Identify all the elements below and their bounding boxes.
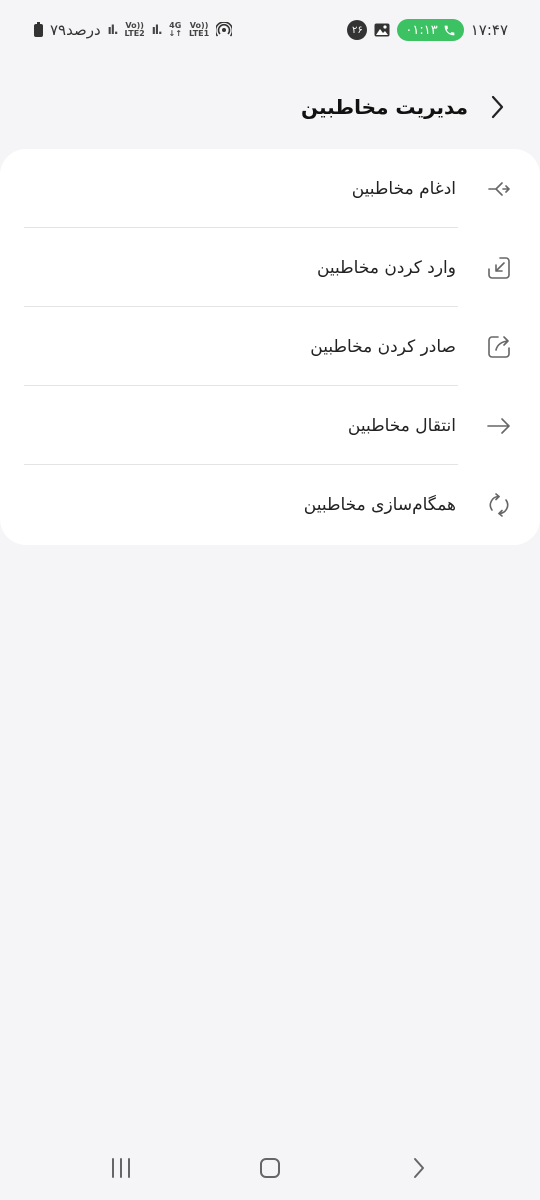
sim1-label: Vo)) LTE1 bbox=[188, 21, 210, 38]
back-nav-button[interactable] bbox=[406, 1155, 432, 1181]
chevron-left-icon bbox=[491, 95, 504, 119]
signal-icon: ıl. bbox=[151, 23, 163, 37]
menu-item-label: همگام‌سازی مخاطبین bbox=[303, 494, 456, 515]
menu-item-label: وارد کردن مخاطبین bbox=[316, 257, 456, 278]
active-call-pill[interactable]: ۰۱:۱۳ bbox=[397, 19, 464, 41]
signal-icon: ıl. bbox=[107, 23, 119, 37]
gallery-icon bbox=[374, 23, 390, 37]
menu-item-sync-contacts[interactable]: همگام‌سازی مخاطبین bbox=[0, 465, 540, 544]
merge-icon bbox=[486, 176, 512, 202]
back-icon bbox=[414, 1158, 424, 1178]
import-icon bbox=[486, 255, 512, 281]
hotspot-icon bbox=[216, 22, 233, 37]
notification-count-badge: ۲۶ bbox=[347, 20, 368, 40]
call-duration: ۰۱:۱۳ bbox=[405, 22, 438, 38]
page-title: مدیریت مخاطبین bbox=[300, 95, 468, 119]
menu-item-label: ادغام مخاطبین bbox=[351, 178, 456, 199]
phone-icon bbox=[444, 25, 455, 35]
recent-apps-icon bbox=[112, 1158, 130, 1178]
menu-item-transfer-contacts[interactable]: انتقال مخاطبین bbox=[0, 386, 540, 465]
status-bar: ۷۹درصد ıl. Vo)) LTE2 ıl. 4G ↓↑ Vo)) LTE1… bbox=[0, 0, 540, 60]
battery-icon bbox=[34, 21, 43, 37]
status-bar-left: ۷۹درصد ıl. Vo)) LTE2 ıl. 4G ↓↑ Vo)) LTE1 bbox=[34, 21, 233, 39]
arrow-right-icon bbox=[486, 413, 512, 439]
recent-apps-button[interactable] bbox=[108, 1155, 134, 1181]
export-icon bbox=[486, 334, 512, 360]
home-icon bbox=[260, 1158, 280, 1178]
menu-item-label: صادر کردن مخاطبین bbox=[310, 336, 456, 357]
menu-item-label: انتقال مخاطبین bbox=[347, 415, 456, 436]
menu-item-import-contacts[interactable]: وارد کردن مخاطبین bbox=[0, 228, 540, 307]
header: مدیریت مخاطبین bbox=[24, 84, 512, 130]
network-type-label: 4G ↓↑ bbox=[168, 21, 182, 38]
home-button[interactable] bbox=[257, 1155, 283, 1181]
menu-item-export-contacts[interactable]: صادر کردن مخاطبین bbox=[0, 307, 540, 386]
contacts-management-menu: ادغام مخاطبین وارد کردن مخاطبین صادر کرد… bbox=[0, 149, 540, 545]
battery-percent: ۷۹درصد bbox=[50, 21, 101, 39]
menu-item-merge-contacts[interactable]: ادغام مخاطبین bbox=[0, 149, 540, 228]
sync-icon bbox=[486, 492, 512, 518]
back-button[interactable] bbox=[484, 93, 512, 121]
status-bar-right: ۲۶ ۰۱:۱۳ ۱۷:۴۷ bbox=[347, 19, 508, 41]
sim2-label: Vo)) LTE2 bbox=[124, 21, 145, 38]
navigation-bar bbox=[0, 1136, 540, 1200]
clock: ۱۷:۴۷ bbox=[470, 21, 508, 39]
